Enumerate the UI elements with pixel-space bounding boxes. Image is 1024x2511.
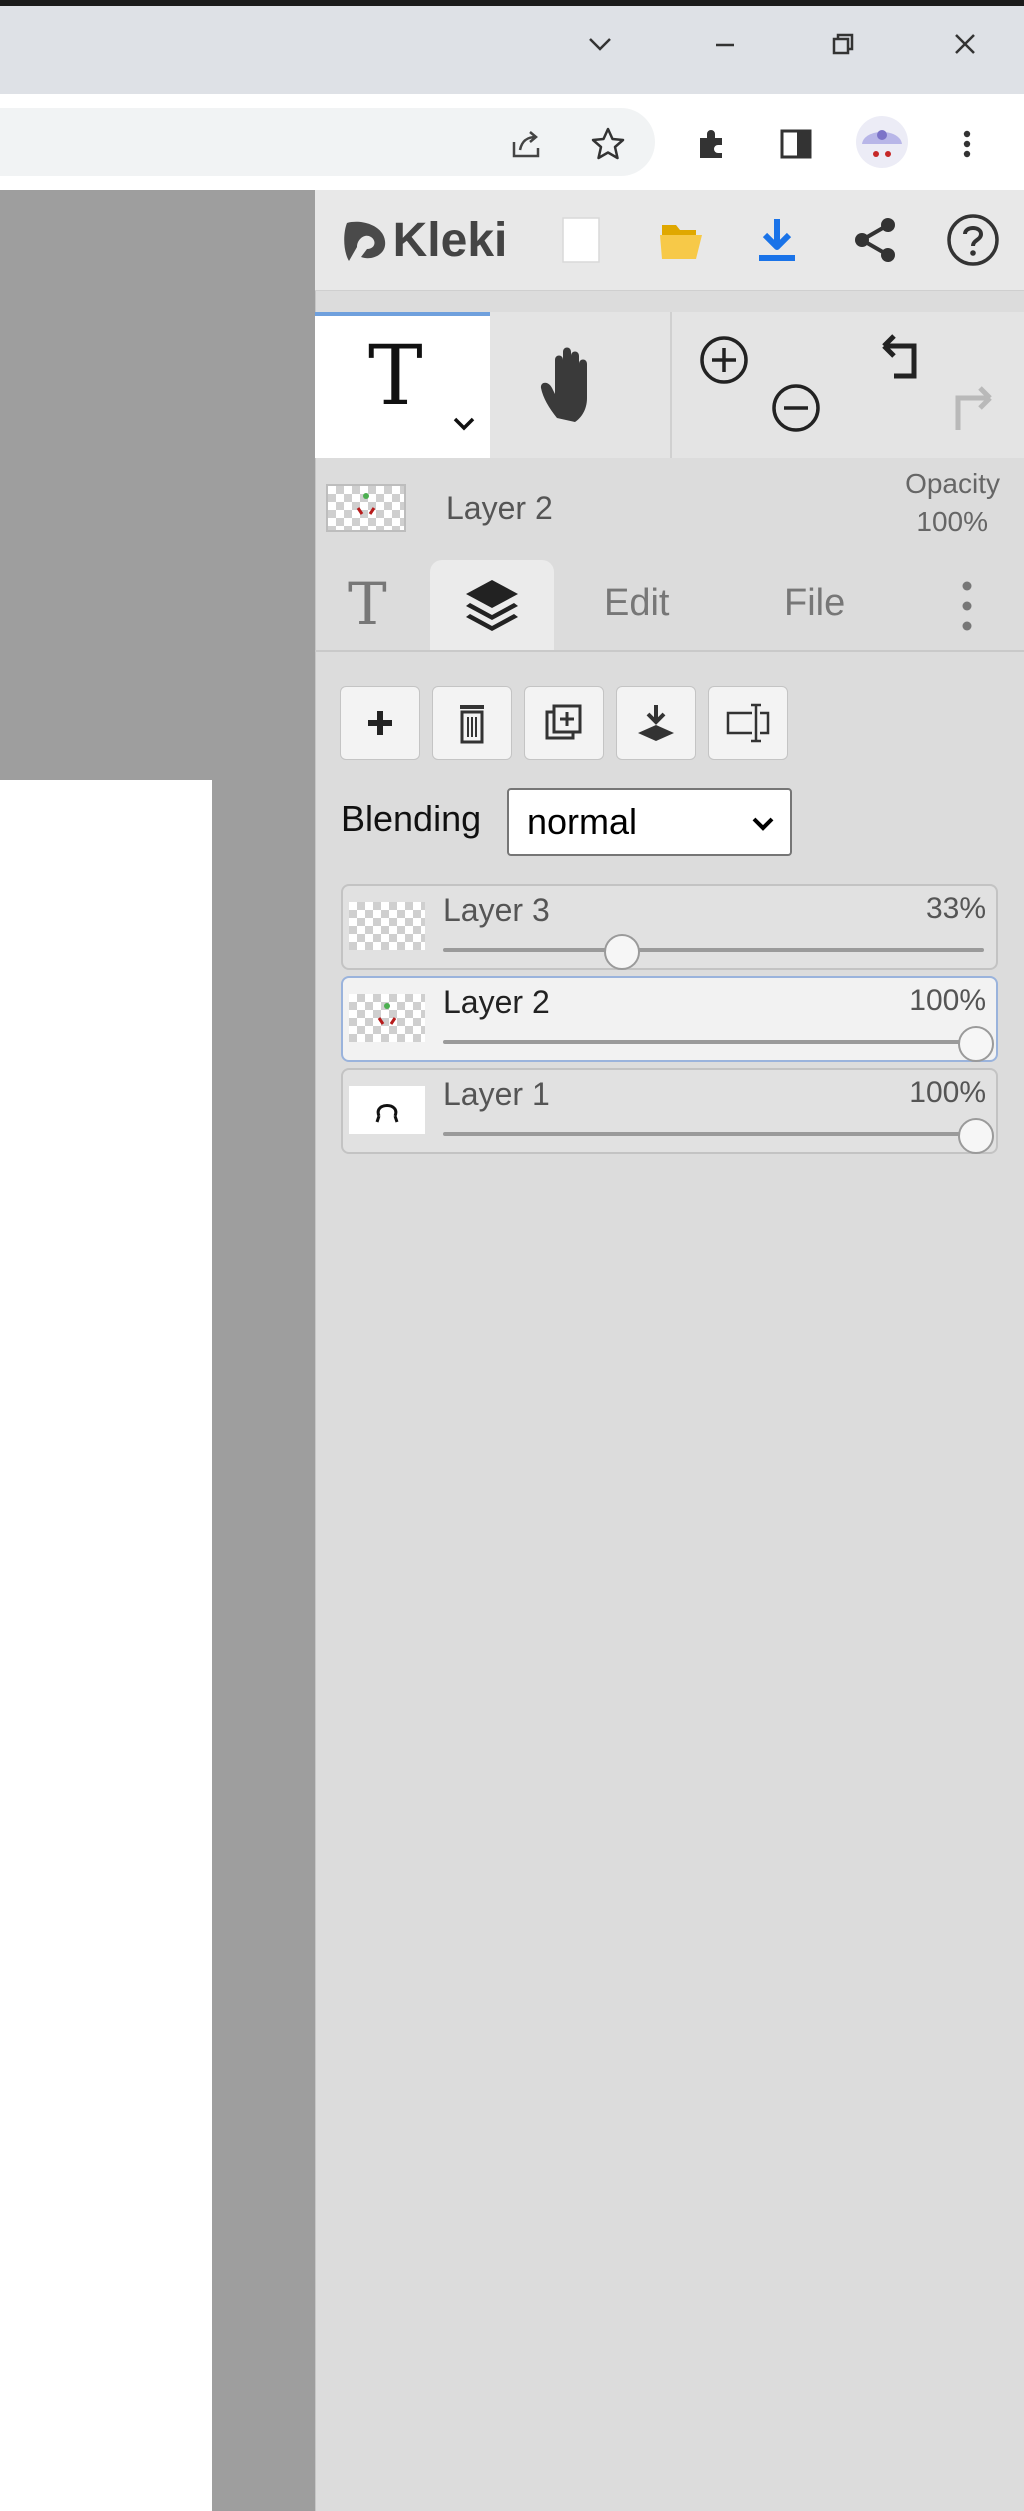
tab-edit[interactable]: Edit — [604, 582, 669, 625]
merge-down-button[interactable] — [616, 686, 696, 760]
share-nodes-icon — [855, 218, 895, 262]
layer-thumbnail — [349, 994, 425, 1042]
tabs-divider — [315, 650, 1024, 652]
opacity-slider-knob[interactable] — [958, 1026, 994, 1062]
tab-search-button[interactable] — [555, 6, 645, 82]
address-bar[interactable] — [0, 108, 655, 176]
layer-name: Layer 2 — [443, 984, 550, 1020]
layer-opacity: 100% — [909, 984, 986, 1017]
extensions-icon — [700, 130, 722, 158]
zoom-in-button[interactable] — [696, 332, 752, 393]
delete-layer-icon — [460, 705, 484, 744]
help-button[interactable] — [938, 200, 1008, 280]
opacity-slider-knob[interactable] — [603, 934, 640, 970]
svg-text:T: T — [368, 330, 423, 420]
panel-tabs — [315, 560, 1024, 652]
drawing-canvas[interactable] — [0, 780, 212, 2511]
layer-opacity: 100% — [909, 1076, 986, 1109]
layer-item-1[interactable]: Layer 1 100% — [341, 1068, 998, 1154]
opacity-slider-track[interactable] — [443, 1040, 984, 1044]
current-layer-name: Layer 2 — [446, 490, 553, 526]
duplicate-layer-icon — [545, 704, 582, 740]
restore-icon — [832, 33, 854, 55]
close-button[interactable] — [920, 6, 1010, 82]
open-image-button[interactable] — [648, 200, 714, 280]
save-image-button[interactable] — [744, 200, 810, 280]
open-folder-icon — [660, 225, 702, 259]
undo-icon — [882, 334, 917, 379]
minimize-button[interactable] — [680, 6, 770, 82]
new-image-button[interactable] — [548, 200, 614, 280]
help-icon — [947, 214, 999, 266]
layer-item-3[interactable]: Layer 3 33% — [341, 884, 998, 970]
more-vert-icon — [962, 581, 972, 631]
delete-layer-button[interactable] — [432, 686, 512, 760]
side-panel-icon — [780, 129, 812, 159]
redo-icon — [955, 386, 992, 430]
layers-icon — [462, 576, 522, 637]
share-icon — [512, 131, 540, 158]
bookmark-star-icon — [591, 127, 625, 160]
chevron-down-icon — [589, 38, 611, 51]
kleki-logo-text: Kleki — [392, 213, 508, 267]
rename-layer-icon — [726, 703, 770, 743]
add-layer-button[interactable] — [340, 686, 420, 760]
opacity-label: Opacity — [905, 468, 1000, 499]
opacity-slider-track[interactable] — [443, 948, 984, 952]
kleki-logo[interactable]: Kleki — [334, 200, 514, 280]
tab-tool-settings[interactable]: T — [348, 570, 408, 642]
zoom-in-icon — [700, 336, 748, 384]
restore-button[interactable] — [798, 6, 888, 82]
layer-name: Layer 3 — [443, 892, 550, 928]
blending-label: Blending — [341, 798, 482, 839]
layer-thumbnail — [349, 902, 425, 950]
profile-avatar-icon — [856, 116, 908, 168]
opacity-value: 100% — [916, 506, 988, 537]
zoom-out-button[interactable] — [768, 380, 824, 441]
blending-select[interactable]: normal — [507, 788, 792, 856]
side-panel-button[interactable] — [770, 118, 822, 170]
minimize-icon — [716, 43, 734, 47]
close-icon — [955, 34, 975, 54]
redo-button[interactable] — [940, 378, 1000, 443]
kleki-logo-icon — [343, 221, 385, 261]
layer-thumbnail — [349, 1086, 425, 1134]
layer-name: Layer 1 — [443, 1076, 550, 1112]
browser-menu-button[interactable] — [944, 118, 990, 170]
opacity-slider-knob[interactable] — [958, 1118, 994, 1154]
rename-layer-button[interactable] — [708, 686, 788, 760]
text-tool-icon: T — [362, 329, 432, 425]
tab-more-button[interactable] — [950, 576, 984, 641]
zoom-out-icon — [772, 384, 820, 432]
chevron-down-icon — [752, 817, 774, 831]
tab-tool-label: T — [348, 570, 387, 638]
profile-avatar[interactable] — [852, 112, 912, 172]
duplicate-layer-button[interactable] — [524, 686, 604, 760]
toolrow-divider — [670, 312, 672, 458]
extensions-button[interactable] — [686, 118, 738, 170]
hand-tool-button[interactable] — [535, 344, 615, 433]
new-file-icon — [562, 217, 600, 263]
tab-file[interactable]: File — [784, 582, 845, 625]
layer-item-2[interactable]: Layer 2 100% — [341, 976, 998, 1062]
share-image-button[interactable] — [842, 200, 908, 280]
download-icon — [759, 219, 795, 261]
add-layer-icon — [368, 711, 392, 735]
hand-icon — [540, 347, 587, 422]
more-vert-icon — [963, 130, 971, 158]
layer-opacity: 33% — [925, 892, 986, 925]
bookmark-button[interactable] — [582, 118, 634, 170]
blending-value: normal — [527, 801, 638, 842]
merge-down-icon — [638, 705, 674, 741]
opacity-slider-track[interactable] — [443, 1132, 984, 1136]
current-layer-thumbnail — [326, 484, 406, 532]
share-page-button[interactable] — [500, 118, 552, 170]
undo-button[interactable] — [874, 330, 934, 395]
chevron-down-icon[interactable] — [450, 412, 478, 441]
